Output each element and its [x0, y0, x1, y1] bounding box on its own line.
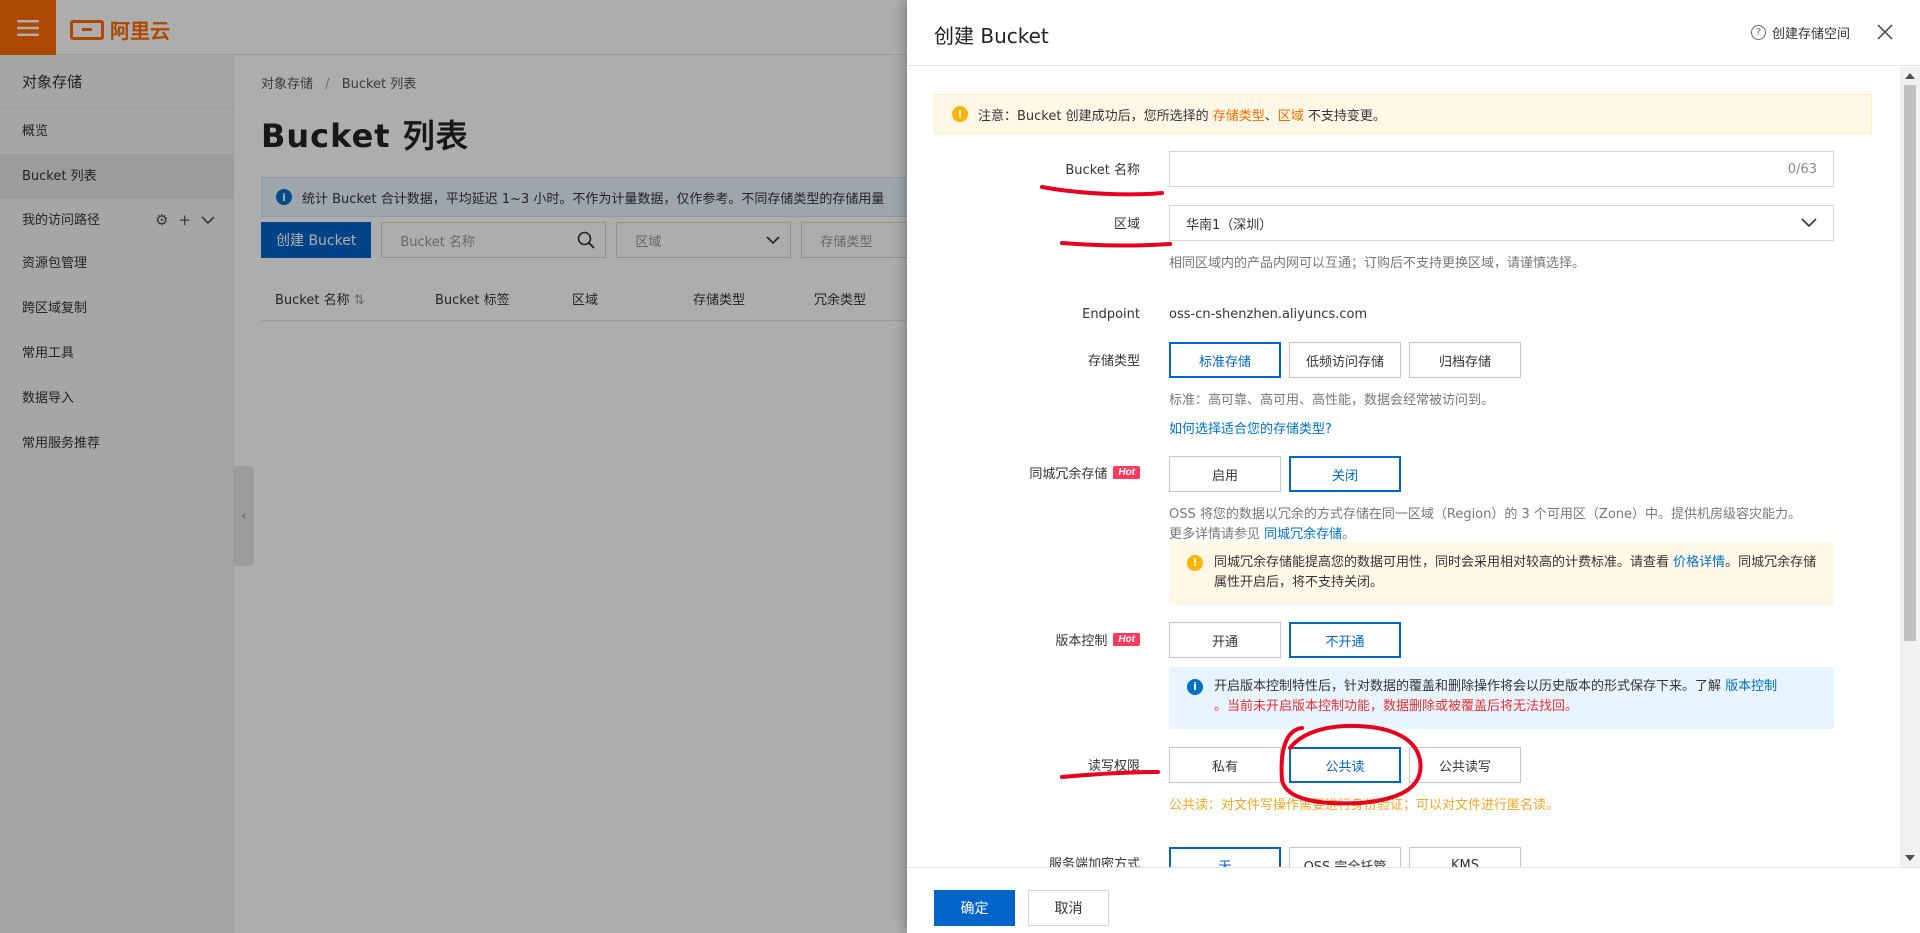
encryption-option-oss-managed[interactable]: OSS 完全托管 — [1289, 847, 1401, 867]
versioning-label: 版本控制 Hot — [1055, 630, 1140, 649]
storage-type-help-link[interactable]: 如何选择适合您的存储类型? — [1169, 418, 1332, 437]
scrollbar-thumb[interactable] — [1904, 85, 1916, 641]
versioning-option-disable[interactable]: 不开通 — [1289, 622, 1401, 658]
scroll-up-arrow-icon[interactable] — [1905, 73, 1915, 79]
info-icon: i — [1187, 679, 1203, 695]
acl-option-public-read[interactable]: 公共读 — [1289, 747, 1401, 783]
acl-option-private[interactable]: 私有 — [1169, 747, 1281, 783]
encryption-options: 无 OSS 完全托管 KMS — [1169, 847, 1521, 867]
drawer-header: 创建 Bucket ? 创建存储空间 — [907, 0, 1920, 66]
storage-option-ia[interactable]: 低频访问存储 — [1289, 342, 1401, 378]
immutable-warning-banner: ! 注意：Bucket 创建成功后，您所选择的 存储类型、区域 不支持变更。 — [934, 94, 1872, 134]
acl-option-public-read-write[interactable]: 公共读写 — [1409, 747, 1521, 783]
zrs-label: 同城冗余存储 Hot — [1029, 463, 1140, 482]
create-bucket-drawer: 创建 Bucket ? 创建存储空间 ! 注意：Bucket 创建成功后，您所选… — [907, 0, 1920, 933]
zrs-option-enable[interactable]: 启用 — [1169, 456, 1281, 492]
scroll-down-arrow-icon[interactable] — [1905, 855, 1915, 861]
storage-option-archive[interactable]: 归档存储 — [1409, 342, 1521, 378]
acl-label: 读写权限 — [1087, 759, 1140, 774]
endpoint-label: Endpoint — [1082, 307, 1140, 322]
region-hint: 相同区域内的产品内网可以互通；订购后不支持更换区域，请谨慎选择。 — [1169, 256, 1586, 271]
chevron-down-icon — [1801, 218, 1817, 228]
warning-icon: ! — [952, 106, 968, 122]
drawer-title: 创建 Bucket — [934, 24, 1049, 48]
hot-badge: Hot — [1113, 633, 1140, 646]
help-link-text: 创建存储空间 — [1771, 27, 1850, 42]
acl-options: 私有 公共读 公共读写 — [1169, 747, 1521, 783]
warning-icon: ! — [1187, 555, 1203, 571]
modal-overlay[interactable] — [0, 0, 907, 933]
drawer-body[interactable]: ! 注意：Bucket 创建成功后，您所选择的 存储类型、区域 不支持变更。 B… — [907, 67, 1900, 867]
close-icon[interactable] — [1875, 22, 1895, 42]
zrs-hint-line2: 更多详情请参见 同城冗余存储。 — [1169, 527, 1356, 542]
versioning-options: 开通 不开通 — [1169, 622, 1401, 658]
storage-type-options: 标准存储 低频访问存储 归档存储 — [1169, 342, 1521, 378]
confirm-button[interactable]: 确定 — [934, 890, 1015, 926]
region-select-value: 华南1（深圳） — [1186, 217, 1273, 233]
encryption-label: 服务端加密方式 — [1048, 857, 1140, 867]
zrs-doc-link[interactable]: 同城冗余存储 — [1264, 527, 1342, 542]
create-storage-help-link[interactable]: ? 创建存储空间 — [1750, 23, 1850, 42]
storage-type-hint: 标准：高可靠、高可用、高性能，数据会经常被访问到。 — [1169, 393, 1495, 408]
endpoint-value: oss-cn-shenzhen.aliyuncs.com — [1169, 307, 1368, 322]
versioning-notice: i 开启版本控制特性后，针对数据的覆盖和删除操作将会以历史版本的形式保存下来。了… — [1169, 667, 1834, 729]
bucket-name-label: Bucket 名称 — [1065, 163, 1140, 178]
encryption-option-none[interactable]: 无 — [1169, 847, 1281, 867]
zrs-option-disable[interactable]: 关闭 — [1289, 456, 1401, 492]
hot-badge: Hot — [1113, 466, 1140, 479]
pricing-details-link[interactable]: 价格详情 — [1673, 555, 1725, 570]
zrs-pricing-notice: ! 同城冗余存储能提高您的数据可用性，同时会采用相对较高的计费标准。请查看 价格… — [1169, 543, 1834, 605]
warning-text: 注意：Bucket 创建成功后，您所选择的 存储类型、区域 不支持变更。 — [978, 108, 1386, 124]
versioning-warning-text: 。当前未开启版本控制功能，数据删除或被覆盖后将无法找回。 — [1214, 699, 1579, 714]
versioning-option-enable[interactable]: 开通 — [1169, 622, 1281, 658]
zrs-hint-line1: OSS 将您的数据以冗余的方式存储在同一区域（Region）的 3 个可用区（Z… — [1169, 507, 1802, 522]
drawer-scrollbar[interactable] — [1900, 67, 1920, 867]
acl-warning-text: 公共读：对文件写操作需要进行身份验证；可以对文件进行匿名读。 — [1169, 798, 1560, 813]
bucket-name-input[interactable]: 0/63 — [1169, 151, 1834, 187]
storage-type-label: 存储类型 — [1087, 354, 1140, 369]
bucket-name-counter: 0/63 — [1787, 161, 1817, 177]
drawer-footer: 确定 取消 — [907, 867, 1920, 933]
question-icon: ? — [1750, 25, 1766, 40]
zrs-options: 启用 关闭 — [1169, 456, 1401, 492]
versioning-doc-link[interactable]: 版本控制 — [1725, 679, 1777, 694]
cancel-button[interactable]: 取消 — [1028, 890, 1109, 926]
encryption-option-kms[interactable]: KMS — [1409, 847, 1521, 867]
region-select[interactable]: 华南1（深圳） — [1169, 205, 1834, 241]
region-label: 区域 — [1113, 217, 1140, 232]
storage-option-standard[interactable]: 标准存储 — [1169, 342, 1281, 378]
